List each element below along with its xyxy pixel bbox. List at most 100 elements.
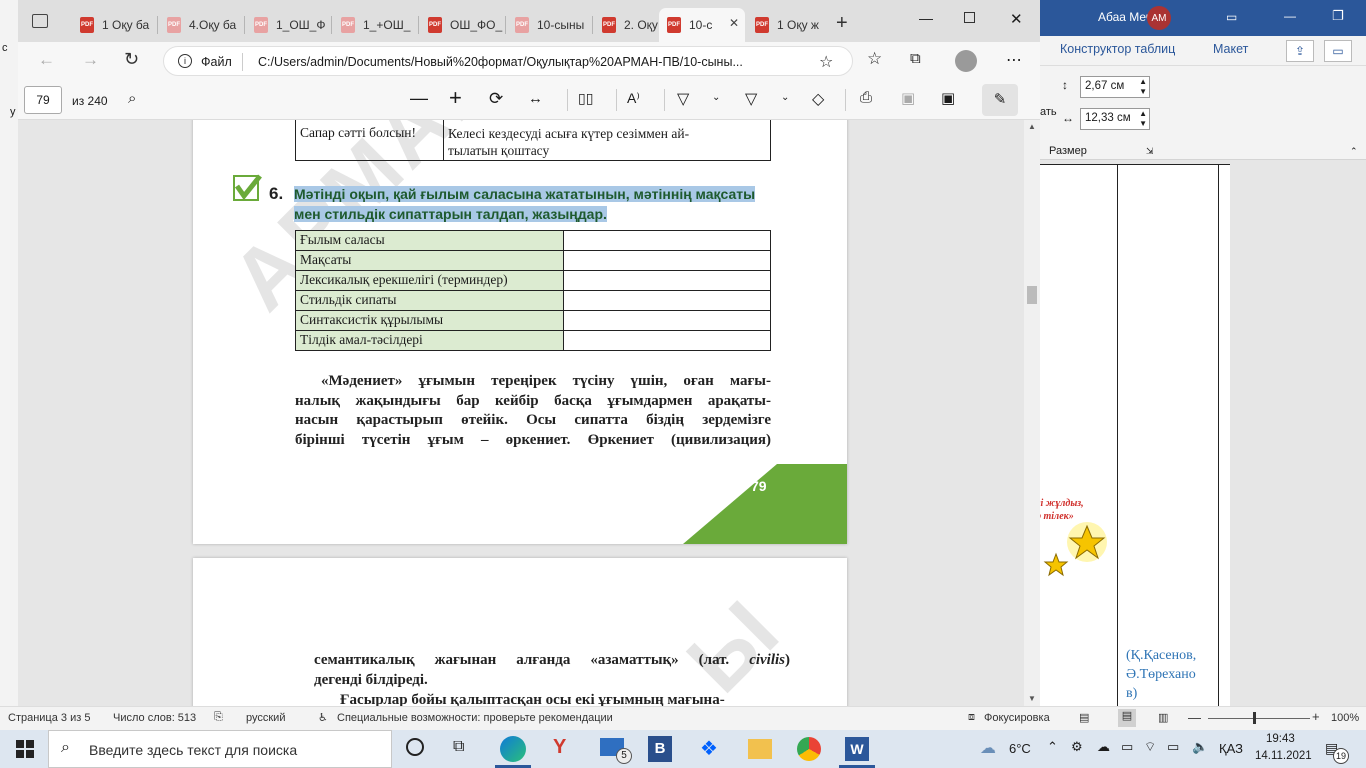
clock-time[interactable]: 19:43 bbox=[1266, 733, 1295, 745]
settings-icon[interactable]: ⚙ bbox=[1071, 739, 1083, 755]
height-field[interactable]: 2,67 см ▲ ▼ bbox=[1080, 76, 1150, 98]
highlight-icon[interactable]: ▽ bbox=[677, 89, 689, 109]
save-as-icon[interactable]: ▣ bbox=[941, 89, 955, 107]
more-icon[interactable]: ⋯ bbox=[1006, 50, 1022, 70]
zoom-slider-thumb[interactable] bbox=[1253, 712, 1256, 724]
refresh-icon[interactable]: ↻ bbox=[124, 49, 139, 70]
task-view-icon[interactable]: ⧉ bbox=[453, 738, 464, 756]
width-field[interactable]: 12,33 см ▲ ▼ bbox=[1080, 108, 1150, 130]
browser-tab[interactable]: PDF 1_+ОШ_ bbox=[333, 8, 417, 42]
wifi-icon[interactable]: ⌔ bbox=[1144, 739, 1156, 755]
page-number-input[interactable]: 79 bbox=[24, 86, 62, 114]
scroll-up-icon[interactable]: ▲ bbox=[1028, 122, 1036, 131]
forward-icon[interactable]: → bbox=[82, 50, 99, 70]
word-icon[interactable]: W bbox=[845, 737, 869, 761]
tab-table-design[interactable]: Конструктор таблиц bbox=[1060, 42, 1175, 56]
maximize-icon[interactable] bbox=[964, 12, 975, 23]
language-indicator[interactable]: ҚАЗ bbox=[1219, 741, 1243, 756]
status-zoom[interactable]: 100% bbox=[1331, 712, 1359, 724]
weather-temp[interactable]: 6°C bbox=[1009, 741, 1031, 756]
web-layout-icon[interactable]: ▥ bbox=[1158, 711, 1168, 724]
scrollbar-thumb[interactable] bbox=[1027, 286, 1037, 304]
zoom-slider[interactable] bbox=[1208, 718, 1310, 719]
taskbar-search[interactable]: ⌕ Введите здесь текст для поиска bbox=[48, 730, 392, 768]
pdf-scrollbar[interactable]: ▲ ▼ bbox=[1024, 120, 1040, 706]
cortana-icon[interactable] bbox=[406, 738, 424, 756]
zoom-in-icon[interactable]: + bbox=[1312, 709, 1320, 724]
edge-icon[interactable] bbox=[500, 736, 526, 762]
read-mode-icon[interactable]: ▤ bbox=[1079, 711, 1089, 724]
status-accessibility[interactable]: Специальные возможности: проверьте реком… bbox=[337, 712, 613, 724]
add-favorite-icon[interactable]: ☆ bbox=[819, 52, 833, 72]
new-tab-icon[interactable]: + bbox=[836, 12, 848, 35]
browser-tab[interactable]: PDF 1_ОШ_Ф bbox=[246, 8, 330, 42]
b-app-icon[interactable]: B bbox=[648, 736, 672, 762]
chevron-up-icon[interactable]: ⌃ bbox=[1047, 739, 1058, 755]
status-page[interactable]: Страница 3 из 5 bbox=[8, 712, 90, 724]
collections-icon[interactable]: ⧉ bbox=[910, 50, 921, 67]
focus-icon[interactable]: ⧈ bbox=[968, 711, 975, 724]
restore-icon[interactable]: ❐ bbox=[1332, 8, 1344, 24]
tab-layout[interactable]: Макет bbox=[1213, 42, 1248, 56]
eraser-icon[interactable]: ◇ bbox=[812, 89, 824, 109]
size-launcher-icon[interactable]: ⇲ bbox=[1146, 146, 1154, 157]
fit-width-icon[interactable]: ↔ bbox=[528, 90, 543, 107]
chevron-down-icon[interactable]: ⌄ bbox=[781, 92, 789, 103]
save-icon[interactable]: ▣ bbox=[901, 89, 915, 107]
width-spinner-icon[interactable]: ▲ ▼ bbox=[1139, 109, 1147, 129]
page-number: 79 bbox=[751, 478, 767, 494]
back-icon[interactable]: ← bbox=[38, 50, 55, 70]
proofing-icon[interactable]: ⎘ bbox=[214, 711, 223, 724]
zoom-out-icon[interactable]: — bbox=[1188, 710, 1201, 725]
draw-icon[interactable]: ▽ bbox=[745, 89, 757, 109]
network-icon[interactable]: ▭ bbox=[1167, 739, 1179, 755]
status-focus[interactable]: Фокусировка bbox=[984, 712, 1050, 724]
yandex-icon[interactable]: Y bbox=[553, 736, 566, 759]
height-spinner-icon[interactable]: ▲ ▼ bbox=[1139, 77, 1147, 97]
chevron-down-icon[interactable]: ⌄ bbox=[712, 92, 720, 103]
close-window-icon[interactable]: ✕ bbox=[1010, 10, 1023, 28]
rotate-icon[interactable]: ⟳ bbox=[489, 89, 503, 109]
minimize-icon[interactable]: — bbox=[1284, 9, 1296, 23]
chrome-icon[interactable] bbox=[797, 737, 821, 761]
pin-toolbar-icon[interactable]: ✎ bbox=[982, 84, 1018, 116]
minimize-icon[interactable]: — bbox=[919, 10, 933, 26]
clock-date[interactable]: 14.11.2021 bbox=[1255, 750, 1312, 762]
profile-icon[interactable] bbox=[955, 50, 977, 72]
status-language[interactable]: русский bbox=[246, 712, 285, 724]
browser-tab[interactable]: PDF 1 Оқу ба bbox=[72, 8, 156, 42]
favorites-icon[interactable]: ☆ bbox=[867, 49, 882, 69]
weather-icon[interactable]: ☁ bbox=[980, 738, 996, 758]
browser-tab[interactable]: PDF 10-сыны bbox=[507, 8, 591, 42]
read-aloud-icon[interactable]: A⁾ bbox=[627, 90, 640, 107]
page-view-icon[interactable]: ▯▯ bbox=[578, 90, 593, 107]
windows-start-icon[interactable] bbox=[16, 740, 34, 758]
browser-tab[interactable]: PDF ОШ_ФО_ bbox=[420, 8, 504, 42]
battery-icon[interactable]: ▭ bbox=[1121, 739, 1133, 755]
volume-icon[interactable]: 🔈 bbox=[1192, 739, 1208, 755]
zoom-out-icon[interactable]: — bbox=[410, 88, 428, 109]
info-icon[interactable]: i bbox=[178, 54, 192, 68]
dropbox-icon[interactable]: ❖ bbox=[700, 736, 718, 761]
browser-tab[interactable]: PDF 1 Оқу ж bbox=[747, 8, 833, 42]
cloud-icon[interactable]: ☁ bbox=[1097, 739, 1110, 755]
search-icon[interactable]: ⌕ bbox=[128, 90, 136, 107]
file-explorer-icon[interactable] bbox=[748, 739, 772, 759]
browser-tab-active[interactable]: PDF 10-с ✕ bbox=[659, 8, 745, 42]
pdf-viewer[interactable]: АРМАН-ПВ Сапар сәтті болсын! Келесі кезд… bbox=[18, 120, 1024, 706]
comment-icon[interactable]: ▭ bbox=[1324, 40, 1352, 62]
accessibility-icon[interactable]: ♿ bbox=[318, 711, 328, 724]
close-tab-icon[interactable]: ✕ bbox=[729, 16, 739, 30]
print-layout-icon[interactable]: ▤ bbox=[1118, 709, 1136, 727]
tab-actions-icon[interactable] bbox=[32, 14, 48, 28]
zoom-in-icon[interactable]: + bbox=[449, 85, 462, 111]
browser-tab[interactable]: PDF 4.Оқу ба bbox=[159, 8, 243, 42]
avatar[interactable]: АМ bbox=[1147, 6, 1171, 30]
scroll-down-icon[interactable]: ▼ bbox=[1028, 694, 1036, 703]
address-field[interactable]: i Файл C:/Users/admin/Documents/Новый%20… bbox=[163, 46, 853, 76]
share-icon[interactable]: ⇪ bbox=[1286, 40, 1314, 62]
status-words[interactable]: Число слов: 513 bbox=[113, 712, 196, 724]
collapse-ribbon-icon[interactable]: ⌃ bbox=[1350, 146, 1358, 157]
ribbon-display-icon[interactable]: ▭ bbox=[1226, 10, 1237, 24]
print-icon[interactable]: ⎙ bbox=[860, 89, 872, 106]
